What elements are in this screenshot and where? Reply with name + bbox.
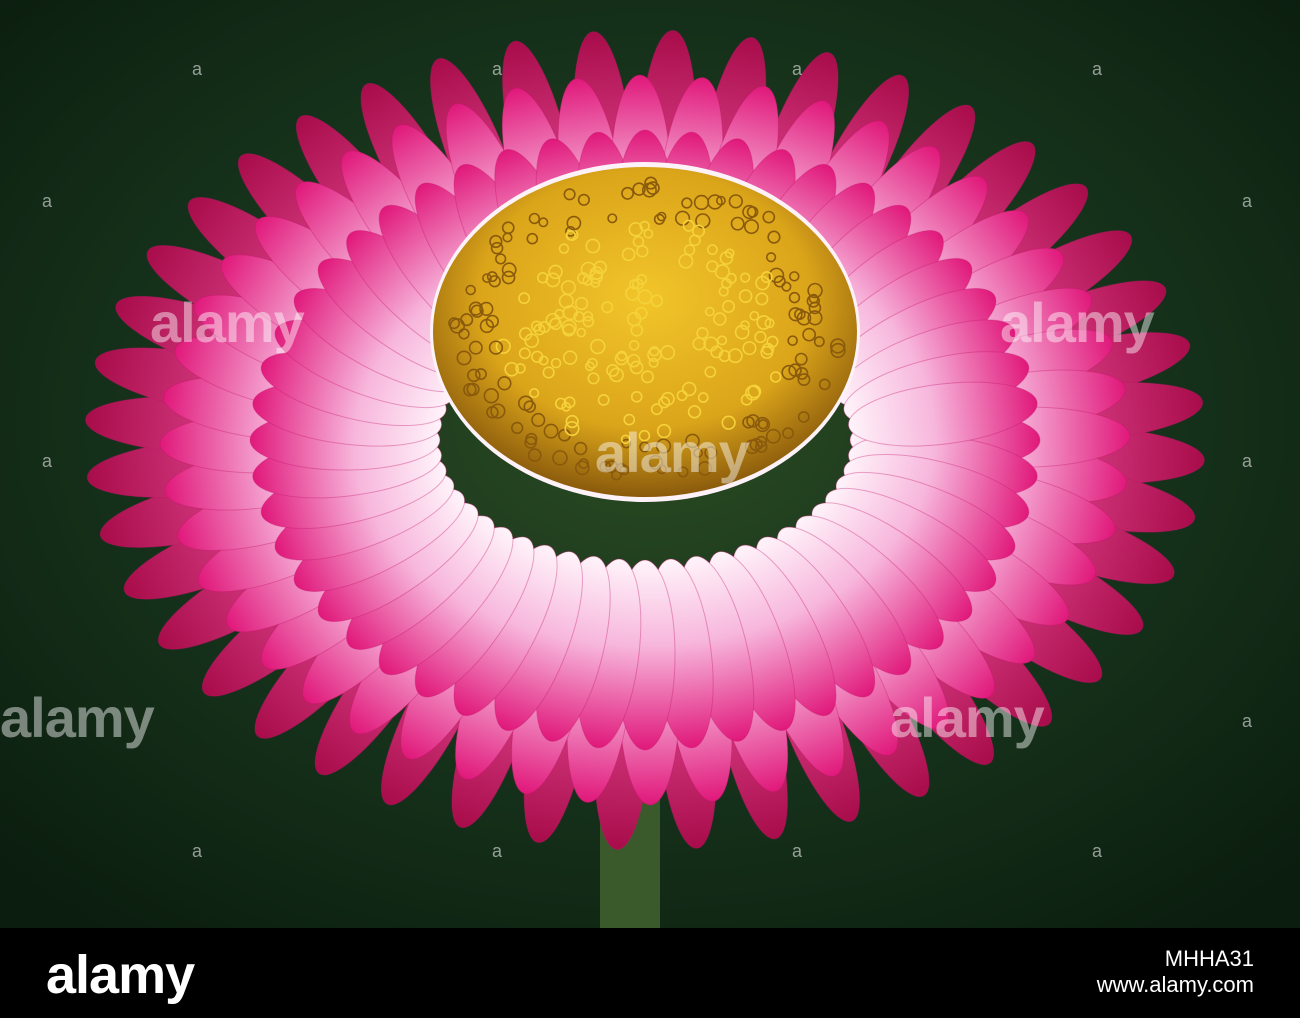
watermark-word: alamy: [150, 290, 304, 355]
watermark-word: alamy: [1000, 290, 1154, 355]
watermark-mark: a: [492, 60, 502, 78]
footer-bar: alamy MHHA31 www.alamy.com: [0, 928, 1300, 1018]
watermark-mark: a: [1092, 842, 1102, 860]
watermark-mark: a: [1242, 192, 1252, 210]
photo: a a a a a a a a a a a a a alamy alamy al…: [0, 0, 1300, 928]
watermark-mark: a: [192, 842, 202, 860]
watermark-mark: a: [42, 452, 52, 470]
watermark-mark: a: [792, 842, 802, 860]
watermark-mark: a: [192, 60, 202, 78]
watermark-word: alamy: [890, 685, 1044, 750]
watermark-word: alamy: [0, 685, 154, 750]
watermark-mark: a: [42, 192, 52, 210]
watermark-mark: a: [1242, 452, 1252, 470]
watermark-mark: a: [792, 60, 802, 78]
watermark-mark: a: [1242, 712, 1252, 730]
footer-logo: alamy: [46, 944, 194, 1006]
image-id: MHHA31: [1097, 946, 1254, 972]
watermark-mark: a: [1092, 60, 1102, 78]
watermark-mark: a: [492, 842, 502, 860]
watermark-word: alamy: [595, 420, 749, 485]
footer-meta: MHHA31 www.alamy.com: [1097, 946, 1254, 998]
site-url: www.alamy.com: [1097, 972, 1254, 998]
